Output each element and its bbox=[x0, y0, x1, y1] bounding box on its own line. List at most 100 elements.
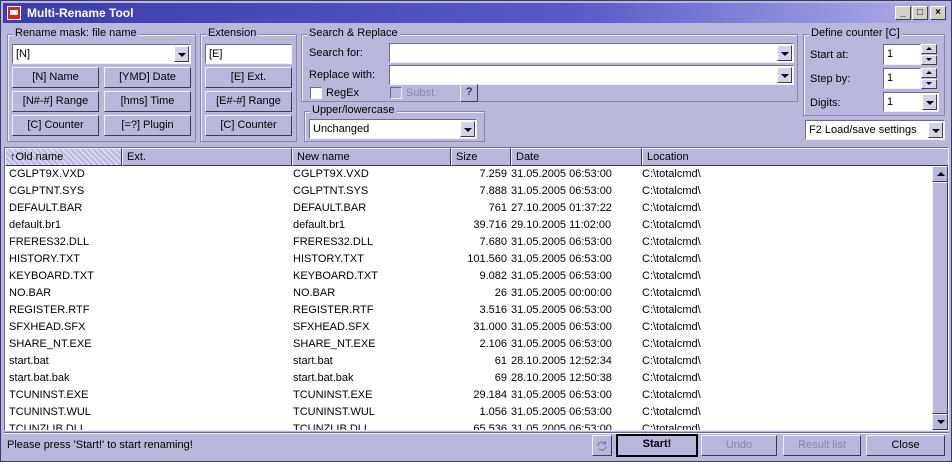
search-for-input[interactable] bbox=[389, 43, 794, 63]
maximize-button[interactable]: □ bbox=[912, 6, 928, 20]
result-list-button[interactable]: Result list bbox=[783, 435, 861, 456]
cell-new-name: CGLPTNT.SYS bbox=[293, 185, 369, 197]
cell-size: 39.716 bbox=[473, 219, 507, 231]
regex-checkbox[interactable] bbox=[310, 87, 322, 99]
load-save-settings-select[interactable]: F2 Load/save settings bbox=[805, 120, 945, 140]
table-row[interactable]: start.bat start.bat 61 28.10.2005 12:52:34 C… bbox=[5, 353, 933, 370]
chevron-down-icon[interactable] bbox=[460, 121, 475, 137]
column-header-size[interactable]: Size bbox=[451, 148, 511, 166]
scroll-up-icon[interactable] bbox=[932, 166, 948, 182]
cell-date: 31.05.2005 06:53:00 bbox=[511, 406, 612, 418]
extension-mask-value: [E] bbox=[209, 48, 223, 60]
extension-mask-input[interactable]: [E] bbox=[205, 44, 292, 64]
spin-up-icon[interactable] bbox=[921, 68, 937, 78]
scrollbar-thumb[interactable] bbox=[932, 182, 948, 414]
cell-size: 26 bbox=[494, 287, 507, 299]
table-row[interactable]: CGLPTNT.SYS CGLPTNT.SYS 7.888 31.05.2005 06… bbox=[5, 183, 933, 200]
cell-date: 31.05.2005 06:53:00 bbox=[511, 270, 612, 282]
table-row[interactable]: default.br1 default.br1 39.716 29.10.2005 1… bbox=[5, 217, 933, 234]
file-list-rows: CGLPT9X.VXD CGLPT9X.VXD 7.259 31.05.2005 06… bbox=[5, 166, 933, 430]
cell-old-name: HISTORY.TXT bbox=[9, 253, 80, 265]
minimize-button[interactable]: _ bbox=[895, 6, 911, 20]
file-list[interactable]: ↑Old name Ext. New name Size Date Locati… bbox=[4, 147, 949, 431]
title-bar[interactable]: Multi-Rename Tool _ □ × bbox=[3, 3, 949, 23]
insert-ext-button[interactable]: [E] Ext. bbox=[205, 67, 292, 88]
table-row[interactable]: SFXHEAD.SFX SFXHEAD.SFX 31.000 31.05.2005 0… bbox=[5, 319, 933, 336]
table-row[interactable]: start.bat.bak start.bat.bak 69 28.10.2005 1… bbox=[5, 370, 933, 387]
spin-down-icon[interactable] bbox=[921, 79, 937, 89]
start-button[interactable]: Start! bbox=[616, 434, 698, 457]
start-at-value[interactable]: 1 bbox=[883, 44, 921, 65]
rename-mask-value: [N] bbox=[16, 48, 31, 60]
table-row[interactable]: SHARE_NT.EXE SHARE_NT.EXE 2.106 31.05.2005 … bbox=[5, 336, 933, 353]
cell-old-name: NO.BAR bbox=[9, 287, 52, 299]
table-row[interactable]: HISTORY.TXT HISTORY.TXT 101.560 31.05.2005 … bbox=[5, 251, 933, 268]
cell-location: C:\totalcmd\ bbox=[642, 202, 701, 214]
spin-up-icon[interactable] bbox=[921, 44, 937, 54]
insert-ext-range-button[interactable]: [E#-#] Range bbox=[205, 91, 292, 112]
case-select[interactable]: Unchanged bbox=[309, 119, 477, 139]
digits-value: 1 bbox=[887, 96, 894, 108]
column-header-ext[interactable]: Ext. bbox=[122, 148, 292, 166]
insert-plugin-button[interactable]: [=?] Plugin bbox=[104, 115, 191, 136]
cell-size: 31.000 bbox=[473, 321, 507, 333]
close-button[interactable]: Close bbox=[866, 435, 945, 456]
insert-date-button[interactable]: [YMD] Date bbox=[104, 67, 191, 88]
cell-location: C:\totalcmd\ bbox=[642, 270, 701, 282]
table-row[interactable]: REGISTER.RTF REGISTER.RTF 3.516 31.05.2005 … bbox=[5, 302, 933, 319]
vertical-scrollbar[interactable] bbox=[932, 166, 948, 430]
close-window-button[interactable]: × bbox=[930, 6, 946, 20]
insert-name-button[interactable]: [N] Name bbox=[12, 67, 99, 88]
cell-old-name: SFXHEAD.SFX bbox=[9, 321, 86, 333]
chevron-down-icon[interactable] bbox=[922, 94, 937, 110]
rename-mask-input[interactable]: [N] bbox=[12, 44, 191, 64]
table-row[interactable]: TCUNINST.WUL TCUNINST.WUL 1.056 31.05.2005 … bbox=[5, 404, 933, 421]
cell-old-name: SHARE_NT.EXE bbox=[9, 338, 92, 350]
start-at-spinner[interactable]: 1 bbox=[883, 44, 939, 65]
cell-new-name: TCUNINST.WUL bbox=[293, 406, 375, 418]
refresh-button[interactable] bbox=[592, 435, 612, 456]
table-row[interactable]: KEYBOARD.TXT KEYBOARD.TXT 9.082 31.05.2005 … bbox=[5, 268, 933, 285]
cell-location: C:\totalcmd\ bbox=[642, 423, 701, 430]
insert-time-button[interactable]: [hms] Time bbox=[104, 91, 191, 112]
subst-checkbox[interactable] bbox=[390, 87, 402, 99]
cell-size: 29.184 bbox=[473, 389, 507, 401]
column-header-old-name-label: Old name bbox=[15, 151, 64, 163]
chevron-down-icon[interactable] bbox=[928, 122, 943, 138]
cell-date: 29.10.2005 11:02:00 bbox=[511, 219, 612, 231]
chevron-down-icon[interactable] bbox=[777, 45, 792, 61]
chevron-down-icon[interactable] bbox=[777, 67, 792, 83]
digits-label: Digits: bbox=[810, 97, 841, 109]
insert-ext-counter-button[interactable]: [C] Counter bbox=[205, 115, 292, 136]
spin-down-icon[interactable] bbox=[921, 55, 937, 65]
replace-with-input[interactable] bbox=[389, 65, 794, 85]
undo-button[interactable]: Undo bbox=[701, 435, 777, 456]
cell-location: C:\totalcmd\ bbox=[642, 236, 701, 248]
table-row[interactable]: FRERES32.DLL FRERES32.DLL 7.680 31.05.2005 … bbox=[5, 234, 933, 251]
column-header-old-name[interactable]: ↑Old name bbox=[5, 148, 122, 166]
insert-name-range-button[interactable]: [N#-#] Range bbox=[12, 91, 99, 112]
insert-counter-button[interactable]: [C] Counter bbox=[12, 115, 99, 136]
digits-select[interactable]: 1 bbox=[883, 92, 939, 112]
table-row[interactable]: TCUNINST.EXE TCUNINST.EXE 29.184 31.05.2005… bbox=[5, 387, 933, 404]
column-header-new-name[interactable]: New name bbox=[292, 148, 451, 166]
column-header-date[interactable]: Date bbox=[511, 148, 642, 166]
table-row[interactable]: CGLPT9X.VXD CGLPT9X.VXD 7.259 31.05.2005 06… bbox=[5, 166, 933, 183]
table-row[interactable]: TCUNZLIB.DLL TCUNZLIB.DLL 65.536 31.05.2005… bbox=[5, 421, 933, 430]
cell-new-name: DEFAULT.BAR bbox=[293, 202, 367, 214]
cell-size: 3.516 bbox=[479, 304, 507, 316]
help-button[interactable]: ? bbox=[460, 84, 478, 102]
case-value: Unchanged bbox=[313, 123, 370, 135]
cell-new-name: REGISTER.RTF bbox=[293, 304, 374, 316]
chevron-down-icon[interactable] bbox=[174, 46, 189, 62]
table-row[interactable]: NO.BAR NO.BAR 26 31.05.2005 00:00:00 C:\tota… bbox=[5, 285, 933, 302]
cell-new-name: KEYBOARD.TXT bbox=[293, 270, 378, 282]
table-row[interactable]: DEFAULT.BAR DEFAULT.BAR 761 27.10.2005 01:3… bbox=[5, 200, 933, 217]
step-by-spinner[interactable]: 1 bbox=[883, 68, 939, 89]
step-by-value[interactable]: 1 bbox=[883, 68, 921, 89]
cell-location: C:\totalcmd\ bbox=[642, 304, 701, 316]
cell-old-name: FRERES32.DLL bbox=[9, 236, 90, 248]
cell-location: C:\totalcmd\ bbox=[642, 219, 701, 231]
scroll-down-icon[interactable] bbox=[932, 414, 948, 430]
column-header-location[interactable]: Location bbox=[642, 148, 948, 166]
